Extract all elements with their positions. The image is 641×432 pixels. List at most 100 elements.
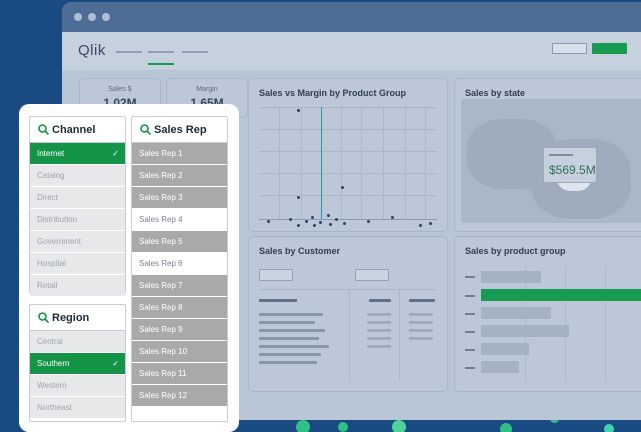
region-filter[interactable]: Region Central Southern ✓ Western Northeast (29, 304, 126, 422)
table-row[interactable] (259, 337, 319, 340)
check-icon: ✓ (112, 359, 119, 368)
data-point[interactable] (313, 224, 316, 227)
filter-item[interactable]: Retail (30, 275, 125, 297)
nav-item-active[interactable] (148, 51, 174, 53)
secondary-button[interactable] (552, 43, 587, 54)
filter-item[interactable]: Government (30, 231, 125, 253)
bar[interactable] (481, 271, 541, 283)
table-row[interactable] (259, 361, 317, 364)
filter-item[interactable]: Sales Rep 9 (132, 319, 227, 341)
filter-item-label: Sales Rep 5 (139, 237, 183, 246)
chart-title: Sales by Customer (259, 246, 341, 256)
gridline (279, 107, 280, 219)
map-tooltip: $569.5M (543, 147, 597, 183)
data-point[interactable] (297, 109, 300, 112)
data-point[interactable] (311, 216, 314, 219)
map-chart-card[interactable]: Sales by state $569.5M (454, 78, 641, 232)
map[interactable]: $569.5M (461, 99, 641, 223)
table-search-field[interactable] (355, 269, 389, 281)
kpi-label: Sales $ (108, 86, 132, 93)
filter-item-label: Distribution (37, 215, 78, 224)
filter-item[interactable]: Direct (30, 187, 125, 209)
data-point[interactable] (429, 222, 432, 225)
table-row[interactable] (259, 345, 329, 348)
tooltip-value: $569.5M (549, 163, 596, 177)
data-point[interactable] (391, 216, 394, 219)
table-cell (367, 329, 391, 332)
filter-item[interactable]: Sales Rep 8 (132, 297, 227, 319)
bar[interactable] (481, 307, 551, 319)
filter-item[interactable]: Catalog (30, 165, 125, 187)
data-point[interactable] (297, 196, 300, 199)
customer-table-card[interactable]: Sales by Customer (248, 236, 448, 392)
primary-button[interactable] (592, 43, 627, 54)
search-icon (38, 312, 49, 323)
table-cell (367, 345, 391, 348)
table-row[interactable] (259, 329, 325, 332)
data-point[interactable] (297, 224, 300, 227)
channel-filter[interactable]: Channel Internet ✓ Catalog Direct Distributi… (29, 116, 126, 297)
gridline (405, 107, 406, 219)
filter-item[interactable]: Sales Rep 12 (132, 385, 227, 407)
nav-item[interactable] (116, 51, 142, 53)
filter-item[interactable]: Sales Rep 5 (132, 231, 227, 253)
bar[interactable] (481, 325, 569, 337)
gridline (259, 173, 437, 174)
product-bar-chart-card[interactable]: Sales by product group (454, 236, 641, 392)
app-toolbar: Qlik (62, 32, 641, 70)
window-close-dot[interactable] (74, 13, 82, 21)
filter-item[interactable]: Sales Rep 3 (132, 187, 227, 209)
window-maximize-dot[interactable] (102, 13, 110, 21)
filter-item[interactable]: Sales Rep 11 (132, 363, 227, 385)
bar-selected[interactable] (481, 289, 641, 301)
data-point[interactable] (419, 224, 422, 227)
table-cell (367, 313, 391, 316)
filter-item[interactable]: Sales Rep 10 (132, 341, 227, 363)
filter-header[interactable]: Sales Rep (132, 117, 227, 143)
table-search-field[interactable] (259, 269, 293, 281)
table-row[interactable] (259, 321, 315, 324)
table-cell (367, 321, 391, 324)
filter-item[interactable]: Central (30, 331, 125, 353)
data-point[interactable] (327, 214, 330, 217)
data-point[interactable] (305, 220, 308, 223)
nav-item[interactable] (182, 51, 208, 53)
table-row[interactable] (259, 353, 321, 356)
filter-item[interactable]: Distribution (30, 209, 125, 231)
filter-item[interactable]: Sales Rep 4 (132, 209, 227, 231)
data-point[interactable] (319, 221, 322, 224)
bar[interactable] (481, 361, 519, 373)
filter-item[interactable]: Sales Rep 6 (132, 253, 227, 275)
data-point[interactable] (341, 186, 344, 189)
data-point[interactable] (329, 223, 332, 226)
filter-item[interactable]: Western (30, 375, 125, 397)
table-row[interactable] (259, 313, 323, 316)
table-cell (409, 313, 433, 316)
filter-item[interactable]: Sales Rep 1 (132, 143, 227, 165)
filter-item[interactable]: Sales Rep 7 (132, 275, 227, 297)
bar[interactable] (481, 343, 529, 355)
data-point[interactable] (335, 218, 338, 221)
tooltip-label (549, 154, 573, 156)
filter-item[interactable]: Northeast (30, 397, 125, 419)
search-icon (38, 124, 49, 135)
scatter-chart-card[interactable]: Sales vs Margin by Product Group (248, 78, 448, 232)
filter-item[interactable]: Hospital (30, 253, 125, 275)
divider (259, 289, 437, 290)
sales-rep-filter[interactable]: Sales Rep Sales Rep 1 Sales Rep 2 Sales Re… (131, 116, 228, 422)
filter-item[interactable]: Internet ✓ (30, 143, 125, 165)
data-point[interactable] (289, 218, 292, 221)
filter-item-label: Southern (37, 359, 70, 368)
filter-item[interactable]: Southern ✓ (30, 353, 125, 375)
filter-header[interactable]: Channel (30, 117, 125, 143)
data-point[interactable] (267, 220, 270, 223)
filter-item[interactable]: Sales Rep 2 (132, 165, 227, 187)
x-axis (259, 219, 437, 220)
filter-header[interactable]: Region (30, 305, 125, 331)
data-point[interactable] (343, 222, 346, 225)
data-point[interactable] (367, 220, 370, 223)
decorative-dot (392, 420, 406, 432)
window-minimize-dot[interactable] (88, 13, 96, 21)
gridline (425, 107, 426, 219)
decorative-dot (338, 422, 348, 432)
